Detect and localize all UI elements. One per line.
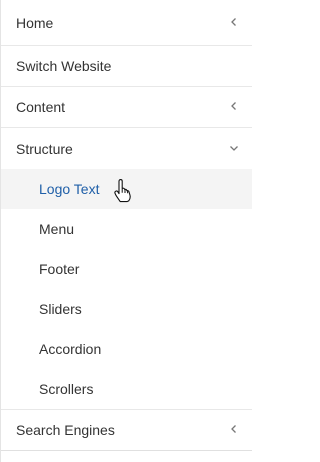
nav-item-label: Switch Website — [16, 58, 112, 74]
nav-item-switch-website[interactable]: Switch Website — [1, 46, 252, 87]
sub-item-label: Scrollers — [39, 381, 94, 397]
chevron-down-icon — [230, 145, 238, 151]
nav-item-label: Structure — [16, 140, 73, 157]
sub-item-menu[interactable]: Menu — [1, 209, 252, 249]
chevron-left-icon — [231, 17, 236, 26]
sidebar-nav: Home Switch Website Content Structure Lo… — [0, 0, 252, 462]
sub-item-label: Accordion — [39, 341, 102, 357]
sub-item-accordion[interactable]: Accordion — [1, 329, 252, 369]
nav-item-label: Home — [16, 14, 54, 31]
sub-item-label: Sliders — [39, 301, 82, 317]
chevron-left-icon — [231, 102, 236, 110]
sub-item-sliders[interactable]: Sliders — [1, 289, 252, 329]
structure-submenu: Logo Text Menu Footer Sliders Accordion … — [1, 169, 252, 410]
nav-item-home[interactable]: Home — [1, 0, 252, 46]
hand-pointer-icon — [114, 179, 131, 203]
sub-item-label: Logo Text — [39, 181, 100, 197]
nav-item-content[interactable]: Content — [1, 87, 252, 128]
chevron-left-icon — [231, 425, 236, 433]
nav-item-search-engines[interactable]: Search Engines — [1, 410, 252, 451]
sub-item-footer[interactable]: Footer — [1, 249, 252, 289]
sub-item-scrollers[interactable]: Scrollers — [1, 369, 252, 409]
sub-item-label: Footer — [39, 261, 80, 277]
nav-item-structure[interactable]: Structure — [1, 128, 252, 169]
nav-item-label: Search Engines — [16, 422, 115, 438]
sub-item-label: Menu — [39, 221, 75, 237]
nav-item-label: Content — [16, 99, 66, 115]
